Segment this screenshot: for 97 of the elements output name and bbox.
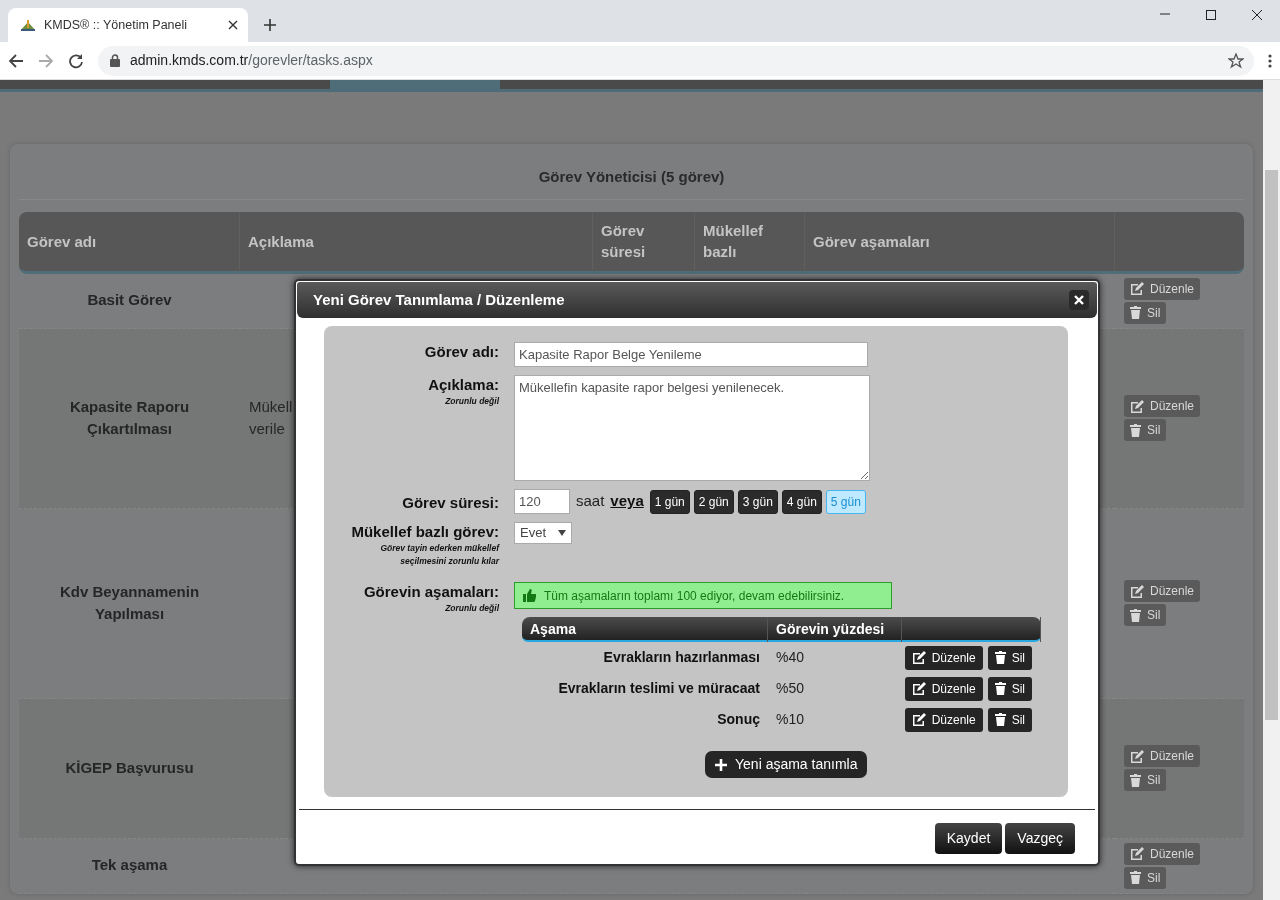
delete-button[interactable]: Sil xyxy=(987,707,1032,732)
new-tab-icon[interactable] xyxy=(263,18,277,32)
trash-icon xyxy=(1130,773,1141,787)
edit-button[interactable]: Düzenle xyxy=(1124,395,1201,417)
edit-icon xyxy=(1130,847,1144,860)
address-bar[interactable]: admin.kmds.com.tr/gorevler/tasks.aspx xyxy=(98,45,1254,76)
scrollbar-thumb[interactable] xyxy=(1265,170,1278,720)
delete-button[interactable]: Sil xyxy=(987,676,1032,701)
column-header: Açıklama xyxy=(240,211,593,274)
text-field[interactable]: Kapasite Rapor Belge Yenileme xyxy=(514,342,868,367)
star-icon[interactable] xyxy=(1228,52,1244,69)
url-text: admin.kmds.com.tr/gorevler/tasks.aspx xyxy=(130,51,373,70)
column-header: Mükellef bazlı xyxy=(695,211,805,274)
edit-icon xyxy=(911,682,926,695)
stage-name: Sonuç xyxy=(716,710,761,729)
delete-button[interactable]: Sil xyxy=(1124,301,1167,324)
delete-button[interactable]: Sil xyxy=(1124,866,1167,889)
modal-title: Yeni Görev Tanımlama / Düzenleme xyxy=(313,289,565,310)
trash-icon xyxy=(1130,608,1141,622)
close-icon xyxy=(1074,295,1084,305)
trash-icon xyxy=(994,651,1006,664)
trash-icon xyxy=(1130,306,1141,319)
menu-icon[interactable] xyxy=(1268,52,1272,69)
field-label: Görevin aşamaları: xyxy=(362,582,499,602)
duration-button[interactable]: 1 gün xyxy=(649,489,690,514)
task-name: Kdv Beyannamenin Yapılması xyxy=(58,581,201,624)
description-field[interactable]: Mükellefin kapasite rapor belgesi yenilenecek. xyxy=(514,375,870,481)
edit-icon xyxy=(1130,399,1144,413)
column-header: Görev süresi xyxy=(593,211,695,274)
field-label: Görev süresi: xyxy=(401,493,499,513)
select-field[interactable]: Evet xyxy=(514,522,572,544)
column-header: Görev adı xyxy=(19,211,240,274)
stage-percent: %10 xyxy=(775,710,806,729)
save-button[interactable]: Kaydet xyxy=(934,823,1003,854)
add-stage-button[interactable]: Yeni aşama tanımla xyxy=(705,751,868,778)
or-label: veya xyxy=(610,491,644,512)
field-note: Zorunlu değil xyxy=(444,602,499,615)
field-note: Görev tayin ederken mükellef seçilmesini zorunlu kılar xyxy=(379,542,499,568)
close-button[interactable] xyxy=(1069,290,1089,310)
delete-button[interactable]: Sil xyxy=(987,645,1032,670)
delete-button[interactable]: Sil xyxy=(1124,604,1167,626)
column-header: Aşama xyxy=(522,617,768,642)
duration-button[interactable]: 4 gün xyxy=(781,489,822,514)
field-note: Zorunlu değil xyxy=(444,395,499,408)
edit-icon xyxy=(1130,584,1144,598)
back-icon[interactable] xyxy=(8,52,24,69)
edit-icon xyxy=(1130,749,1144,763)
edit-button[interactable]: Düzenle xyxy=(904,707,983,732)
task-name: KİGEP Başvurusu xyxy=(64,757,195,778)
column-header: Görevin yüzdesi xyxy=(768,617,902,642)
cancel-button[interactable]: Vazgeç xyxy=(1005,823,1075,854)
edit-button[interactable]: Düzenle xyxy=(904,676,983,701)
scrollbar[interactable] xyxy=(1263,80,1280,900)
field-label: Açıklama: xyxy=(427,375,499,395)
favicon-icon xyxy=(20,19,36,31)
task-name: Tek aşama xyxy=(90,855,169,876)
alert-text: Tüm aşamaların toplamı 100 ediyor, devam edebilirsiniz. xyxy=(544,587,845,605)
edit-button[interactable]: Düzenle xyxy=(1124,745,1201,767)
lock-icon xyxy=(110,54,120,67)
panel-title: Görev Yöneticisi (5 görev) xyxy=(19,144,1244,200)
task-name: Basit Görev xyxy=(86,290,173,311)
column-header: Görev aşamaları xyxy=(805,211,1115,274)
maximize-icon[interactable] xyxy=(1205,9,1217,21)
task-name: Kapasite Raporu Çıkartılması xyxy=(68,396,191,439)
select-value: Evet xyxy=(520,524,546,543)
task-description: Mükell verile xyxy=(248,396,294,439)
stage-name: Evrakların hazırlanması xyxy=(602,648,761,667)
trash-icon xyxy=(1130,423,1141,437)
reload-icon[interactable] xyxy=(68,52,84,69)
edit-button[interactable]: Düzenle xyxy=(904,645,983,670)
delete-button[interactable]: Sil xyxy=(1124,419,1167,441)
edit-button[interactable]: Düzenle xyxy=(1124,580,1201,602)
edit-button[interactable]: Düzenle xyxy=(1124,277,1201,300)
duration-button[interactable]: 2 gün xyxy=(693,489,734,514)
trash-icon xyxy=(994,682,1006,695)
edit-icon xyxy=(1130,282,1144,295)
field-label: Görev adı: xyxy=(423,342,499,362)
thumbs-up-icon xyxy=(523,589,536,602)
delete-button[interactable]: Sil xyxy=(1124,769,1167,791)
field-label: Mükellef bazlı görev: xyxy=(350,522,499,542)
duration-field[interactable]: 120 xyxy=(514,489,570,514)
trash-icon xyxy=(1130,871,1141,884)
close-icon[interactable] xyxy=(228,20,238,30)
edit-button[interactable]: Düzenle xyxy=(1124,842,1201,865)
stage-percent: %40 xyxy=(775,648,806,667)
browser-tab[interactable]: KMDS® :: Yönetim Paneli xyxy=(8,8,248,42)
unit-label: saat xyxy=(576,491,605,512)
plus-icon xyxy=(715,758,727,771)
trash-icon xyxy=(994,713,1006,726)
edit-icon xyxy=(911,713,926,726)
tab-title: KMDS® :: Yönetim Paneli xyxy=(44,16,189,34)
stage-name: Evrakların teslimi ve müracaat xyxy=(557,679,761,698)
caret-icon xyxy=(558,530,566,536)
stage-percent: %50 xyxy=(775,679,806,698)
duration-button[interactable]: 3 gün xyxy=(737,489,778,514)
edit-icon xyxy=(911,651,926,664)
close-icon[interactable] xyxy=(1251,9,1263,21)
